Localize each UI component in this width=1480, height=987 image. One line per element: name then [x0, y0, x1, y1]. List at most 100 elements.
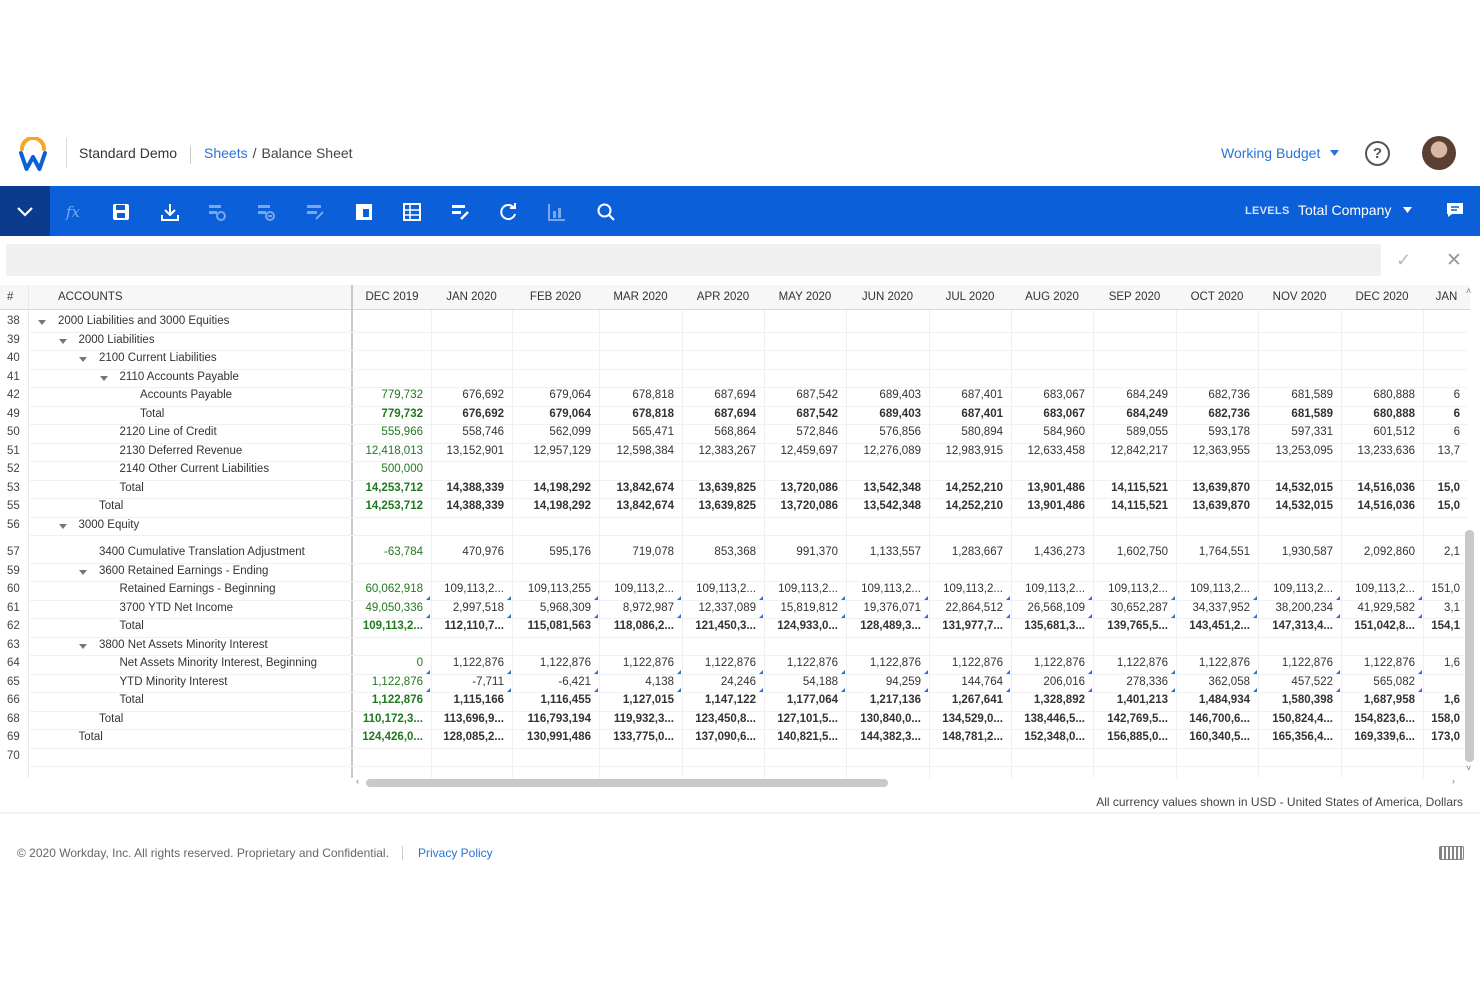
value-cell[interactable]: 683,067 [1011, 389, 1093, 401]
value-cell[interactable]: 151,042,8... [1341, 620, 1423, 632]
value-cell[interactable]: 1,122,876 [846, 657, 929, 669]
account-label[interactable]: 3400 Cumulative Translation Adjustment [99, 546, 305, 558]
value-cell[interactable]: 14,532,015 [1258, 500, 1341, 512]
account-label[interactable]: Accounts Payable [140, 389, 232, 401]
value-cell[interactable]: 13,639,825 [682, 482, 764, 494]
scroll-left-icon[interactable]: ‹ [356, 776, 359, 786]
column-header[interactable]: MAY 2020 [764, 291, 846, 303]
value-cell[interactable]: 12,633,458 [1011, 445, 1093, 457]
value-cell[interactable]: 853,368 [682, 546, 764, 558]
value-cell[interactable]: 681,589 [1258, 408, 1341, 420]
value-cell[interactable]: 12,957,129 [512, 445, 599, 457]
value-cell[interactable]: 137,090,6... [682, 731, 764, 743]
value-cell[interactable]: 130,840,0... [846, 713, 929, 725]
value-cell[interactable]: 0 [1341, 778, 1423, 779]
table-row[interactable]: 64 Net Assets Minority Interest, Beginnin… [0, 656, 1470, 675]
value-cell[interactable]: 14,516,036 [1341, 482, 1423, 494]
value-cell[interactable]: 1,436,273 [1011, 546, 1093, 558]
value-cell[interactable]: 470,976 [431, 546, 512, 558]
account-label[interactable]: Net Assets Minority Interest, Beginning [120, 657, 318, 669]
column-header[interactable]: OCT 2020 [1176, 291, 1258, 303]
table-row[interactable]: 51 2130 Deferred Revenue 12,418,013 13,152,… [0, 444, 1470, 462]
comment-icon[interactable] [1446, 202, 1464, 218]
value-cell[interactable]: -0 [599, 778, 682, 779]
table-row[interactable]: 62 Total 109,113,2... 112,110,7... 115,081,5… [0, 619, 1470, 638]
value-cell[interactable]: 683,067 [1011, 408, 1093, 420]
value-cell[interactable]: 128,489,3... [846, 620, 929, 632]
table-row[interactable]: 49 Total 779,732 676,692 679,064 678,818 687,6… [0, 407, 1470, 425]
keyboard-icon[interactable] [1439, 846, 1464, 860]
value-cell[interactable]: 1,177,064 [764, 694, 846, 706]
expand-toggle-icon[interactable] [38, 320, 46, 325]
value-cell[interactable]: 3,1 [1423, 602, 1470, 614]
table-row[interactable]: 52 2140 Other Current Liabilities 500,000 [0, 462, 1470, 481]
expand-toggle-icon[interactable] [58, 338, 67, 344]
value-cell[interactable]: 568,864 [682, 426, 764, 438]
value-cell[interactable]: 13,842,674 [599, 482, 682, 494]
expand-toggle-icon[interactable] [79, 569, 87, 575]
chart-icon[interactable] [546, 201, 568, 223]
check-icon[interactable]: ✓ [1396, 250, 1411, 271]
value-cell[interactable]: 13,542,348 [846, 482, 929, 494]
value-cell[interactable]: 138,446,5... [1011, 713, 1093, 725]
value-cell[interactable]: 60,062,918 [353, 583, 431, 595]
account-label[interactable]: 2000 Liabilities and 3000 Equities [58, 315, 229, 327]
value-cell[interactable]: 1,122,876 [682, 657, 764, 669]
value-cell[interactable]: 1,122,876 [1258, 657, 1341, 669]
value-cell[interactable]: 13,233,636 [1341, 445, 1423, 457]
value-cell[interactable]: 110,172,3... [353, 713, 431, 725]
value-cell[interactable]: 1,122,876 [431, 657, 512, 669]
column-header[interactable]: DEC 2019 [353, 291, 431, 303]
column-header[interactable]: JUN 2020 [846, 291, 929, 303]
value-cell[interactable]: 41,929,582 [1341, 602, 1423, 614]
value-cell[interactable]: 169,339,6... [1341, 731, 1423, 743]
value-cell[interactable]: 584,960 [1011, 426, 1093, 438]
value-cell[interactable]: -0 [353, 778, 431, 779]
value-cell[interactable]: 13,639,825 [682, 500, 764, 512]
value-cell[interactable]: 14,252,210 [929, 500, 1011, 512]
value-cell[interactable]: -0 [1258, 778, 1341, 779]
value-cell[interactable]: 94,259 [846, 676, 929, 688]
table-row[interactable]: 65 YTD Minority Interest 1,122,876 -7,711 -6… [0, 675, 1470, 694]
account-label[interactable]: Total [99, 500, 123, 512]
value-cell[interactable]: 113,696,9... [431, 713, 512, 725]
account-label[interactable]: Total [120, 694, 144, 706]
table-row[interactable]: 42 Accounts Payable 779,732 676,692 679,064 6… [0, 388, 1470, 407]
value-cell[interactable]: 14,252,210 [929, 482, 1011, 494]
value-cell[interactable]: 1,122,876 [1011, 657, 1093, 669]
formula-bar[interactable] [6, 244, 1381, 276]
table-row[interactable]: 61 3700 YTD Net Income 49,050,336 2,997,518… [0, 601, 1470, 620]
value-cell[interactable]: 12,459,697 [764, 445, 846, 457]
value-cell[interactable]: 109,113,2... [1011, 583, 1093, 595]
value-cell[interactable]: 12,363,955 [1176, 445, 1258, 457]
value-cell[interactable]: 682,736 [1176, 389, 1258, 401]
table-row[interactable]: 69 Total 124,426,0... 128,085,2... 130,991,4… [0, 730, 1470, 749]
value-cell[interactable]: 2,997,518 [431, 602, 512, 614]
table-row[interactable]: 63 3800 Net Assets Minority Interest [0, 638, 1470, 657]
value-cell[interactable]: 13,7 [1423, 445, 1470, 457]
value-cell[interactable]: 13,639,870 [1176, 500, 1258, 512]
value-cell[interactable]: 206,016 [1011, 676, 1093, 688]
accounts-header[interactable]: ACCOUNTS [58, 291, 123, 303]
value-cell[interactable]: 8,972,987 [599, 602, 682, 614]
value-cell[interactable]: 14,388,339 [431, 500, 512, 512]
save-icon[interactable] [110, 201, 132, 223]
privacy-policy-link[interactable]: Privacy Policy [418, 846, 493, 860]
account-label[interactable]: 2120 Line of Credit [120, 426, 217, 438]
table-row[interactable]: 66 Total 1,122,876 1,115,166 1,116,455 1,127,… [0, 693, 1470, 712]
value-cell[interactable]: 719,078 [599, 546, 682, 558]
value-cell[interactable]: 1,283,667 [929, 546, 1011, 558]
value-cell[interactable]: 15,819,812 [764, 602, 846, 614]
value-cell[interactable]: 0 [846, 778, 929, 779]
column-header[interactable]: SEP 2020 [1093, 291, 1176, 303]
account-label[interactable]: Balance Check [58, 778, 135, 779]
value-cell[interactable]: 144,764 [929, 676, 1011, 688]
workday-logo[interactable] [18, 137, 48, 173]
value-cell[interactable]: 54,188 [764, 676, 846, 688]
value-cell[interactable]: -7,711 [431, 676, 512, 688]
value-cell[interactable]: 1,122,876 [512, 657, 599, 669]
value-cell[interactable]: 14,253,712 [353, 500, 431, 512]
value-cell[interactable]: 14,115,521 [1093, 482, 1176, 494]
value-cell[interactable]: 681,589 [1258, 389, 1341, 401]
value-cell[interactable]: 595,176 [512, 546, 599, 558]
